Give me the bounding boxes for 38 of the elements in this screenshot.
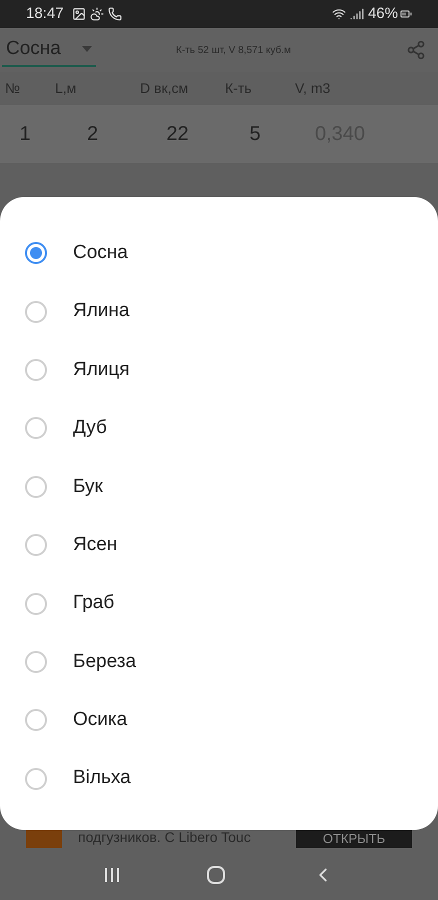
phone-icon [108,7,122,21]
share-icon[interactable] [406,40,426,60]
table-cell-text: 2 [86,122,98,147]
radio-button[interactable] [25,592,47,615]
radio-button[interactable] [25,476,47,498]
ad-logo [26,830,62,848]
species-option[interactable]: Граб [0,574,438,633]
radio-button[interactable] [25,650,47,673]
open-button[interactable]: ОТКРЫТЬ [296,830,412,848]
table-cell-text: 1 [19,122,31,147]
species-option[interactable]: Береза [0,632,438,692]
species-option[interactable]: Сосна [0,224,438,282]
radio-button[interactable] [25,768,47,790]
species-option[interactable]: Ялиця [0,340,438,400]
radio-button[interactable] [25,417,47,440]
gallery-icon [72,7,86,21]
battery-percent: 46% [368,4,398,24]
species-option[interactable]: Дуб [0,399,438,458]
weather-icon [90,7,104,21]
table-cell-text: 5 [249,122,261,147]
caret-icon [82,46,92,52]
species-option[interactable]: Осика [0,691,438,750]
home-icon[interactable] [206,866,225,884]
radio-button[interactable] [25,300,47,323]
signal-icon [350,7,364,21]
wifi-icon [332,7,346,21]
recent-apps-icon[interactable] [104,868,120,882]
species-option[interactable]: Бук [0,458,438,516]
radio-button[interactable] [25,534,47,556]
radio-button[interactable] [25,242,47,264]
species-option[interactable]: Вільха [0,750,438,808]
species-option[interactable]: Ялина [0,282,438,341]
status-time: 18:47 [26,4,64,24]
radio-button[interactable] [25,709,47,732]
species-option[interactable]: Ясен [0,516,438,574]
column-header: № [5,80,20,96]
radio-button[interactable] [25,358,47,381]
table-cell-text: 22 [166,122,189,147]
